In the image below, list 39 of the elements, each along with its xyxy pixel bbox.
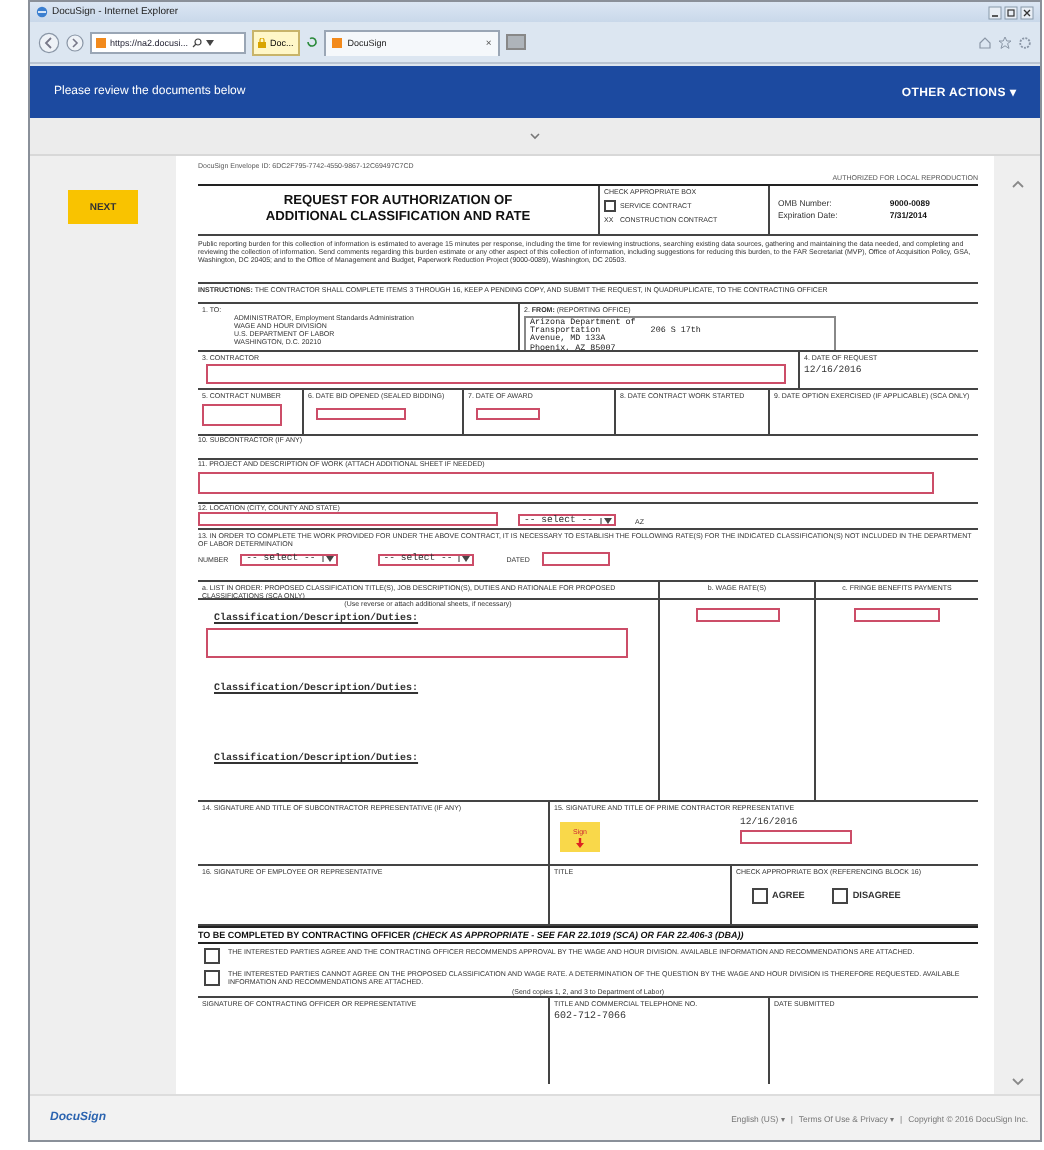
search-icon[interactable]	[192, 37, 203, 47]
checkbox[interactable]	[604, 200, 616, 213]
checkbox[interactable]	[752, 888, 768, 905]
minimize-icon[interactable]	[988, 5, 1002, 19]
chevron-down-icon[interactable]	[530, 132, 540, 140]
input-field[interactable]	[854, 608, 940, 623]
back-icon[interactable]	[38, 31, 60, 53]
input-field[interactable]	[206, 627, 628, 658]
new-tab-button[interactable]	[505, 34, 526, 50]
site-icon	[96, 37, 106, 47]
caret-icon	[599, 517, 612, 524]
input-field[interactable]	[198, 512, 498, 527]
arrow-down-icon	[576, 837, 584, 848]
refresh-icon[interactable]	[305, 36, 318, 48]
input-field[interactable]	[541, 552, 610, 567]
input-field[interactable]	[476, 408, 540, 421]
close-icon[interactable]	[1020, 5, 1034, 19]
caret-icon	[206, 39, 215, 45]
input-field[interactable]	[198, 472, 934, 495]
site-icon	[331, 38, 342, 48]
home-icon[interactable]	[978, 35, 992, 49]
forward-icon[interactable]	[66, 33, 84, 51]
scroll-up-icon[interactable]	[1011, 180, 1023, 188]
caret-icon	[458, 556, 471, 563]
caret-icon	[321, 556, 334, 563]
browser-logo-icon	[36, 6, 48, 18]
input-field[interactable]	[316, 408, 406, 421]
star-icon[interactable]	[998, 35, 1012, 49]
scroll-down-icon[interactable]	[1011, 1078, 1023, 1086]
maximize-icon[interactable]	[1004, 5, 1018, 19]
lock-icon	[258, 37, 266, 47]
input-field[interactable]	[206, 364, 786, 385]
settings-icon[interactable]	[1018, 35, 1032, 49]
checkbox[interactable]	[204, 948, 220, 965]
input-field[interactable]	[695, 608, 779, 623]
checkbox[interactable]	[204, 970, 220, 987]
input-field[interactable]	[740, 829, 852, 844]
checkbox[interactable]	[832, 888, 849, 905]
input-field[interactable]	[202, 404, 282, 427]
